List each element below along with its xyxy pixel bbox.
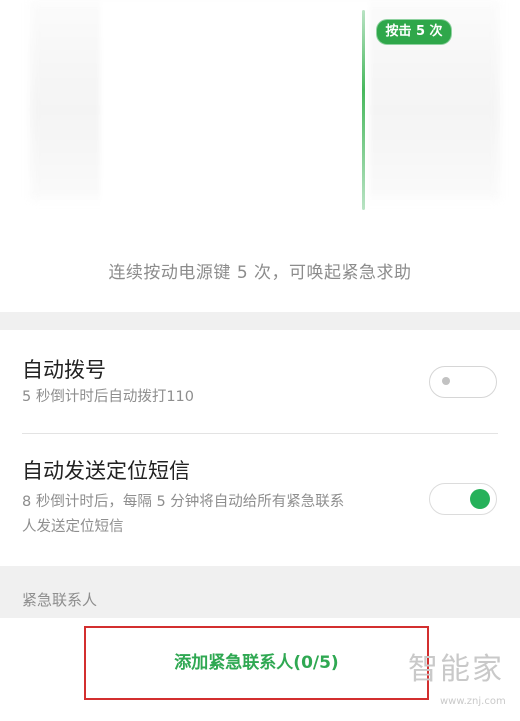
auto-dial-toggle[interactable] (429, 366, 497, 398)
row-divider (22, 433, 498, 434)
phone-screen-illustration (100, 0, 370, 230)
toggle-knob (442, 377, 450, 385)
auto-dial-title: 自动拨号 (22, 358, 106, 382)
watermark-logo: 智能家 (408, 652, 504, 687)
auto-sms-toggle[interactable] (429, 483, 497, 515)
illustration-area: 按击 5 次 连续按动电源键 5 次，可唤起紧急求助 (0, 0, 520, 312)
auto-sms-title: 自动发送定位短信 (22, 459, 190, 483)
add-emergency-contact-button[interactable]: 添加紧急联系人(0/5) (84, 626, 429, 700)
contacts-section-header: 紧急联系人 (22, 591, 98, 609)
auto-dial-subtitle: 5 秒倒计时后自动拨打110 (22, 389, 195, 405)
section-separator (0, 312, 520, 330)
instruction-text: 连续按动电源键 5 次，可唤起紧急求助 (108, 263, 412, 283)
press-count-badge: 按击 5 次 (377, 20, 451, 44)
auto-sms-subtitle-line2: 人发送定位短信 (22, 519, 124, 535)
toggle-knob (470, 489, 490, 509)
watermark-url: www.znj.com (440, 696, 506, 707)
power-button-highlight (362, 10, 365, 210)
auto-sms-subtitle-line1: 8 秒倒计时后，每隔 5 分钟将自动给所有紧急联系 (22, 494, 345, 510)
